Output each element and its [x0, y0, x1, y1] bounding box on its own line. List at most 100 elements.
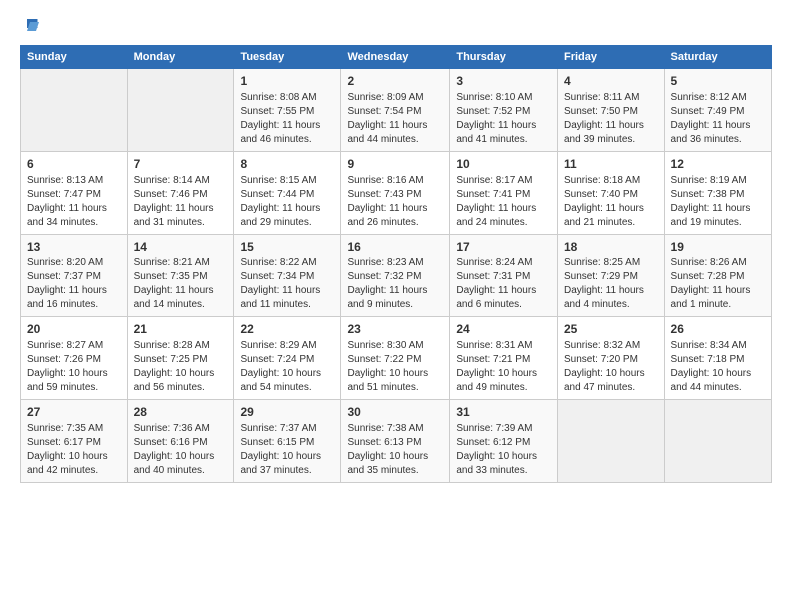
day-number: 23 [347, 321, 443, 338]
day-info: Sunrise: 8:32 AM Sunset: 7:20 PM Dayligh… [564, 339, 658, 395]
logo-icon [21, 16, 39, 34]
day-info: Sunrise: 7:38 AM Sunset: 6:13 PM Dayligh… [347, 422, 443, 478]
header-row: SundayMondayTuesdayWednesdayThursdayFrid… [21, 46, 772, 69]
day-number: 15 [240, 239, 334, 256]
day-info: Sunrise: 8:08 AM Sunset: 7:55 PM Dayligh… [240, 91, 334, 147]
calendar-cell: 13Sunrise: 8:20 AM Sunset: 7:37 PM Dayli… [21, 234, 128, 317]
day-number: 14 [134, 239, 228, 256]
day-number: 3 [456, 73, 551, 90]
calendar-cell: 21Sunrise: 8:28 AM Sunset: 7:25 PM Dayli… [127, 317, 234, 400]
day-info: Sunrise: 8:20 AM Sunset: 7:37 PM Dayligh… [27, 256, 121, 312]
day-number: 31 [456, 404, 551, 421]
calendar-cell: 3Sunrise: 8:10 AM Sunset: 7:52 PM Daylig… [450, 69, 558, 152]
day-number: 7 [134, 156, 228, 173]
header-day-wednesday: Wednesday [341, 46, 450, 69]
header [20, 16, 772, 39]
day-number: 26 [671, 321, 765, 338]
day-number: 2 [347, 73, 443, 90]
day-info: Sunrise: 8:29 AM Sunset: 7:24 PM Dayligh… [240, 339, 334, 395]
calendar-cell: 22Sunrise: 8:29 AM Sunset: 7:24 PM Dayli… [234, 317, 341, 400]
day-info: Sunrise: 8:17 AM Sunset: 7:41 PM Dayligh… [456, 174, 551, 230]
day-info: Sunrise: 8:18 AM Sunset: 7:40 PM Dayligh… [564, 174, 658, 230]
week-row-3: 13Sunrise: 8:20 AM Sunset: 7:37 PM Dayli… [21, 234, 772, 317]
header-day-sunday: Sunday [21, 46, 128, 69]
week-row-4: 20Sunrise: 8:27 AM Sunset: 7:26 PM Dayli… [21, 317, 772, 400]
calendar-cell: 23Sunrise: 8:30 AM Sunset: 7:22 PM Dayli… [341, 317, 450, 400]
day-number: 6 [27, 156, 121, 173]
calendar-cell: 6Sunrise: 8:13 AM Sunset: 7:47 PM Daylig… [21, 151, 128, 234]
calendar-cell: 19Sunrise: 8:26 AM Sunset: 7:28 PM Dayli… [664, 234, 771, 317]
week-row-5: 27Sunrise: 7:35 AM Sunset: 6:17 PM Dayli… [21, 400, 772, 483]
day-info: Sunrise: 8:13 AM Sunset: 7:47 PM Dayligh… [27, 174, 121, 230]
day-info: Sunrise: 8:22 AM Sunset: 7:34 PM Dayligh… [240, 256, 334, 312]
header-day-friday: Friday [558, 46, 665, 69]
header-day-thursday: Thursday [450, 46, 558, 69]
day-info: Sunrise: 8:21 AM Sunset: 7:35 PM Dayligh… [134, 256, 228, 312]
week-row-1: 1Sunrise: 8:08 AM Sunset: 7:55 PM Daylig… [21, 69, 772, 152]
day-number: 28 [134, 404, 228, 421]
day-info: Sunrise: 8:26 AM Sunset: 7:28 PM Dayligh… [671, 256, 765, 312]
calendar-cell: 12Sunrise: 8:19 AM Sunset: 7:38 PM Dayli… [664, 151, 771, 234]
calendar-cell: 8Sunrise: 8:15 AM Sunset: 7:44 PM Daylig… [234, 151, 341, 234]
day-info: Sunrise: 8:19 AM Sunset: 7:38 PM Dayligh… [671, 174, 765, 230]
day-info: Sunrise: 8:31 AM Sunset: 7:21 PM Dayligh… [456, 339, 551, 395]
calendar-cell [558, 400, 665, 483]
day-number: 1 [240, 73, 334, 90]
day-info: Sunrise: 8:11 AM Sunset: 7:50 PM Dayligh… [564, 91, 658, 147]
calendar-cell: 1Sunrise: 8:08 AM Sunset: 7:55 PM Daylig… [234, 69, 341, 152]
calendar-cell: 30Sunrise: 7:38 AM Sunset: 6:13 PM Dayli… [341, 400, 450, 483]
day-number: 4 [564, 73, 658, 90]
header-day-tuesday: Tuesday [234, 46, 341, 69]
calendar-cell: 16Sunrise: 8:23 AM Sunset: 7:32 PM Dayli… [341, 234, 450, 317]
calendar-cell [127, 69, 234, 152]
day-number: 21 [134, 321, 228, 338]
calendar-cell: 11Sunrise: 8:18 AM Sunset: 7:40 PM Dayli… [558, 151, 665, 234]
day-number: 20 [27, 321, 121, 338]
day-number: 12 [671, 156, 765, 173]
calendar-cell: 2Sunrise: 8:09 AM Sunset: 7:54 PM Daylig… [341, 69, 450, 152]
logo [20, 16, 41, 39]
calendar-cell: 25Sunrise: 8:32 AM Sunset: 7:20 PM Dayli… [558, 317, 665, 400]
day-number: 30 [347, 404, 443, 421]
day-info: Sunrise: 8:23 AM Sunset: 7:32 PM Dayligh… [347, 256, 443, 312]
calendar-cell [21, 69, 128, 152]
calendar-cell: 7Sunrise: 8:14 AM Sunset: 7:46 PM Daylig… [127, 151, 234, 234]
day-number: 11 [564, 156, 658, 173]
day-info: Sunrise: 8:34 AM Sunset: 7:18 PM Dayligh… [671, 339, 765, 395]
day-info: Sunrise: 7:35 AM Sunset: 6:17 PM Dayligh… [27, 422, 121, 478]
calendar-cell: 24Sunrise: 8:31 AM Sunset: 7:21 PM Dayli… [450, 317, 558, 400]
day-number: 17 [456, 239, 551, 256]
day-info: Sunrise: 7:36 AM Sunset: 6:16 PM Dayligh… [134, 422, 228, 478]
calendar-table: SundayMondayTuesdayWednesdayThursdayFrid… [20, 45, 772, 483]
day-info: Sunrise: 8:12 AM Sunset: 7:49 PM Dayligh… [671, 91, 765, 147]
day-info: Sunrise: 7:39 AM Sunset: 6:12 PM Dayligh… [456, 422, 551, 478]
calendar-cell: 28Sunrise: 7:36 AM Sunset: 6:16 PM Dayli… [127, 400, 234, 483]
day-number: 13 [27, 239, 121, 256]
calendar-page: SundayMondayTuesdayWednesdayThursdayFrid… [0, 0, 792, 612]
header-day-saturday: Saturday [664, 46, 771, 69]
day-number: 18 [564, 239, 658, 256]
day-number: 22 [240, 321, 334, 338]
day-number: 29 [240, 404, 334, 421]
day-info: Sunrise: 8:15 AM Sunset: 7:44 PM Dayligh… [240, 174, 334, 230]
header-day-monday: Monday [127, 46, 234, 69]
day-info: Sunrise: 8:16 AM Sunset: 7:43 PM Dayligh… [347, 174, 443, 230]
week-row-2: 6Sunrise: 8:13 AM Sunset: 7:47 PM Daylig… [21, 151, 772, 234]
day-info: Sunrise: 7:37 AM Sunset: 6:15 PM Dayligh… [240, 422, 334, 478]
day-number: 19 [671, 239, 765, 256]
day-number: 5 [671, 73, 765, 90]
calendar-cell: 4Sunrise: 8:11 AM Sunset: 7:50 PM Daylig… [558, 69, 665, 152]
day-info: Sunrise: 8:10 AM Sunset: 7:52 PM Dayligh… [456, 91, 551, 147]
day-info: Sunrise: 8:09 AM Sunset: 7:54 PM Dayligh… [347, 91, 443, 147]
day-info: Sunrise: 8:30 AM Sunset: 7:22 PM Dayligh… [347, 339, 443, 395]
day-number: 25 [564, 321, 658, 338]
calendar-cell: 15Sunrise: 8:22 AM Sunset: 7:34 PM Dayli… [234, 234, 341, 317]
calendar-cell: 10Sunrise: 8:17 AM Sunset: 7:41 PM Dayli… [450, 151, 558, 234]
calendar-cell: 17Sunrise: 8:24 AM Sunset: 7:31 PM Dayli… [450, 234, 558, 317]
day-info: Sunrise: 8:28 AM Sunset: 7:25 PM Dayligh… [134, 339, 228, 395]
day-info: Sunrise: 8:24 AM Sunset: 7:31 PM Dayligh… [456, 256, 551, 312]
calendar-cell: 18Sunrise: 8:25 AM Sunset: 7:29 PM Dayli… [558, 234, 665, 317]
calendar-cell: 9Sunrise: 8:16 AM Sunset: 7:43 PM Daylig… [341, 151, 450, 234]
calendar-cell: 31Sunrise: 7:39 AM Sunset: 6:12 PM Dayli… [450, 400, 558, 483]
day-number: 10 [456, 156, 551, 173]
